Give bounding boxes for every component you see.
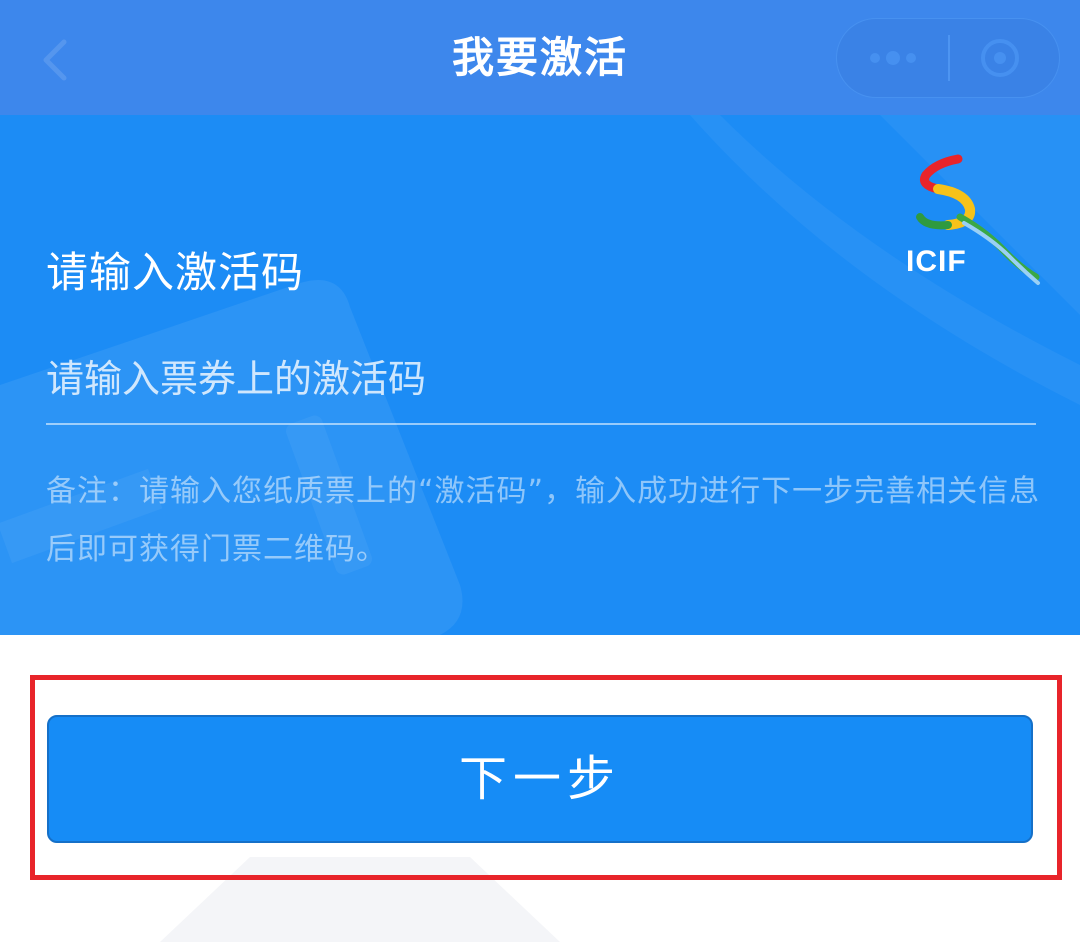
activation-code-input[interactable]: [46, 335, 1036, 425]
more-dots-icon: [870, 51, 916, 65]
close-button[interactable]: [950, 19, 1061, 97]
nav-bar: 我要激活: [0, 0, 1080, 115]
next-step-button[interactable]: 下一步: [47, 715, 1033, 843]
logo-text: ICIF: [906, 245, 967, 278]
mini-program-capsule: [836, 18, 1060, 98]
close-circle-icon: [981, 39, 1019, 77]
action-area: 下一步: [0, 635, 1080, 942]
activation-code-label: 请输入激活码: [46, 248, 305, 297]
more-button[interactable]: [837, 19, 948, 97]
activation-note: 备注：请输入您纸质票上的“激活码”，输入成功进行下一步完善相关信息后即可获得门票…: [46, 474, 1041, 567]
icif-logo: ICIF: [896, 153, 1046, 293]
activation-card: ICIF 请输入激活码 备注：请输入您纸质票上的“激活码”，输入成功进行下一步完…: [0, 115, 1080, 635]
